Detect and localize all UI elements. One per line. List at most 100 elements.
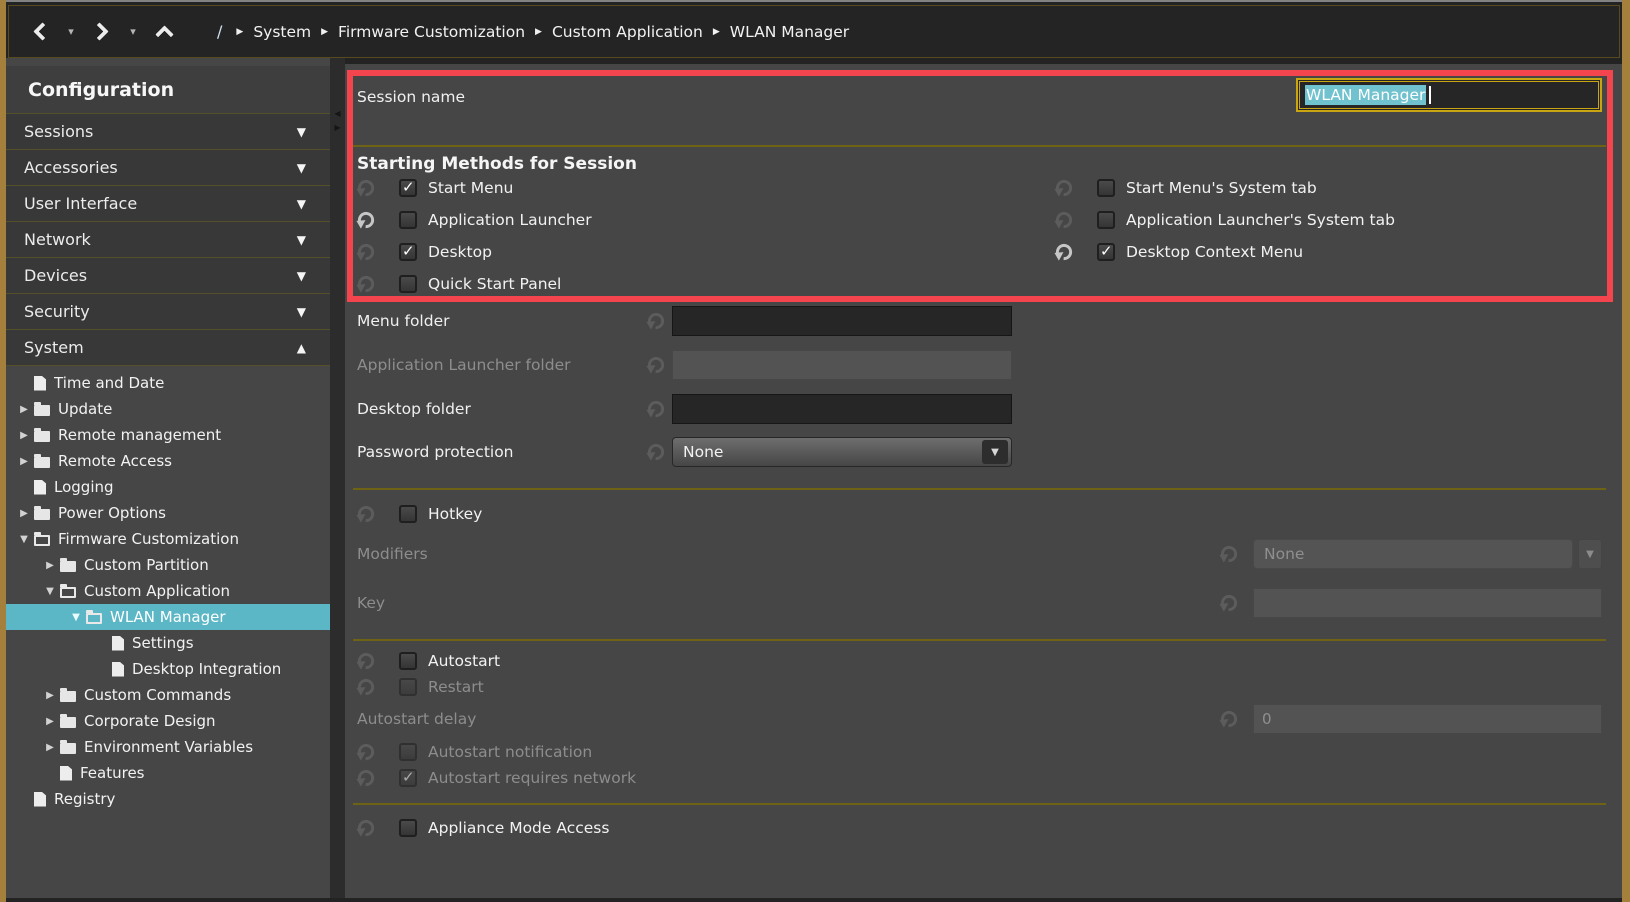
tree-item-label: Features	[80, 764, 145, 782]
chevron-down-icon[interactable]	[982, 440, 1008, 464]
reset-icon[interactable]	[645, 441, 667, 463]
sidebar-section-devices[interactable]: Devices	[6, 258, 330, 294]
forward-button[interactable]	[85, 15, 119, 49]
chevron-right-icon[interactable]	[40, 742, 60, 753]
tree-item-custom-partition[interactable]: Custom Partition	[6, 552, 330, 578]
tree-item-power-options[interactable]: Power Options	[6, 500, 330, 526]
menu-folder-input[interactable]	[672, 306, 1012, 336]
section-label: Network	[24, 230, 297, 249]
reset-icon[interactable]	[1218, 708, 1240, 730]
sidebar-section-network[interactable]: Network	[6, 222, 330, 258]
sidebar-tree: Time and Date Update Remote management R…	[6, 366, 330, 898]
tree-item-time-and-date[interactable]: Time and Date	[6, 370, 330, 396]
tree-item-registry[interactable]: Registry	[6, 786, 330, 812]
tree-item-settings[interactable]: Settings	[6, 630, 330, 656]
application-launcher-system-tab-checkbox[interactable]	[1097, 211, 1115, 229]
restart-checkbox	[399, 678, 417, 696]
tree-item-remote-management[interactable]: Remote management	[6, 422, 330, 448]
chevron-right-icon[interactable]	[14, 430, 34, 441]
reset-icon[interactable]	[355, 817, 377, 839]
session-name-input[interactable]: WLAN Manager	[1296, 78, 1602, 112]
folder-icon	[60, 743, 76, 754]
reset-icon[interactable]	[355, 650, 377, 672]
collapse-right-icon[interactable]: ▶	[334, 124, 340, 132]
chevron-right-icon[interactable]	[40, 690, 60, 701]
tree-item-environment-variables[interactable]: Environment Variables	[6, 734, 330, 760]
breadcrumb-item-wlan-manager[interactable]: WLAN Manager	[730, 23, 849, 41]
modifiers-label: Modifiers	[357, 545, 428, 563]
autostart-checkbox[interactable]	[399, 652, 417, 670]
password-protection-select[interactable]: None	[672, 437, 1012, 467]
back-history-dropdown-icon[interactable]	[63, 25, 79, 38]
tree-item-update[interactable]: Update	[6, 396, 330, 422]
breadcrumb-root[interactable]: /	[213, 22, 226, 41]
start-menu-system-tab-checkbox[interactable]	[1097, 179, 1115, 197]
tree-item-desktop-integration[interactable]: Desktop Integration	[6, 656, 330, 682]
hotkey-checkbox[interactable]	[399, 505, 417, 523]
tree-item-corporate-design[interactable]: Corporate Design	[6, 708, 330, 734]
sidebar-section-system[interactable]: System	[6, 330, 330, 366]
reset-icon[interactable]	[1053, 241, 1075, 263]
chevron-down-icon[interactable]	[66, 612, 86, 623]
quick-start-panel-checkbox[interactable]	[399, 275, 417, 293]
chevron-right-icon[interactable]	[40, 560, 60, 571]
reset-icon[interactable]	[1053, 177, 1075, 199]
tree-item-wlan-manager[interactable]: WLAN Manager	[6, 604, 330, 630]
tree-item-features[interactable]: Features	[6, 760, 330, 786]
tree-item-remote-access[interactable]: Remote Access	[6, 448, 330, 474]
breadcrumb-item-custom-application[interactable]: Custom Application	[552, 23, 703, 41]
sidebar-section-user-interface[interactable]: User Interface	[6, 186, 330, 222]
section-label: Security	[24, 302, 297, 321]
reset-icon[interactable]	[645, 398, 667, 420]
appliance-mode-access-checkbox[interactable]	[399, 819, 417, 837]
reset-icon[interactable]	[355, 177, 377, 199]
text-cursor	[1429, 86, 1431, 104]
reset-icon[interactable]	[645, 354, 667, 376]
sidebar-section-accessories[interactable]: Accessories	[6, 150, 330, 186]
chevron-right-icon[interactable]	[40, 716, 60, 727]
checkbox-row-desktop: Desktop	[355, 239, 492, 265]
chevron-right-icon[interactable]	[14, 508, 34, 519]
collapse-left-icon[interactable]: ◀	[334, 110, 340, 118]
back-button[interactable]	[23, 15, 57, 49]
file-icon	[34, 376, 46, 391]
reset-icon[interactable]	[355, 241, 377, 263]
reset-icon[interactable]	[355, 503, 377, 525]
tree-item-label: Custom Application	[84, 582, 230, 600]
sidebar-section-security[interactable]: Security	[6, 294, 330, 330]
tree-item-logging[interactable]: Logging	[6, 474, 330, 500]
application-launcher-checkbox[interactable]	[399, 211, 417, 229]
reset-icon[interactable]	[355, 273, 377, 295]
checkbox-label: Application Launcher's System tab	[1126, 211, 1395, 229]
sidebar-section-sessions[interactable]: Sessions	[6, 114, 330, 150]
folder-icon	[34, 431, 50, 442]
tree-item-custom-commands[interactable]: Custom Commands	[6, 682, 330, 708]
chevron-down-icon[interactable]	[14, 534, 34, 545]
start-menu-checkbox[interactable]	[399, 179, 417, 197]
tree-item-firmware-customization[interactable]: Firmware Customization	[6, 526, 330, 552]
tree-item-label: Corporate Design	[84, 712, 216, 730]
autostart-delay-input	[1253, 704, 1602, 734]
checkbox-label: Desktop Context Menu	[1126, 243, 1303, 261]
sidebar-splitter[interactable]: ◀ ▶	[330, 58, 345, 898]
reset-icon[interactable]	[1218, 592, 1240, 614]
breadcrumb-item-firmware-customization[interactable]: Firmware Customization	[338, 23, 525, 41]
up-button[interactable]	[147, 15, 181, 49]
separator	[353, 639, 1606, 641]
checkbox-label: Autostart requires network	[428, 769, 636, 787]
desktop-context-menu-checkbox[interactable]	[1097, 243, 1115, 261]
reset-icon[interactable]	[645, 310, 667, 332]
chevron-right-icon[interactable]	[14, 404, 34, 415]
checkbox-row-quick-start-panel: Quick Start Panel	[355, 271, 561, 297]
chevron-down-icon[interactable]	[40, 586, 60, 597]
reset-icon[interactable]	[1218, 543, 1240, 565]
forward-history-dropdown-icon[interactable]	[125, 25, 141, 38]
breadcrumb-item-system[interactable]: System	[253, 23, 311, 41]
reset-icon[interactable]	[355, 209, 377, 231]
tree-item-custom-application[interactable]: Custom Application	[6, 578, 330, 604]
desktop-folder-input[interactable]	[672, 394, 1012, 424]
chevron-right-icon[interactable]	[14, 456, 34, 467]
reset-icon	[355, 767, 377, 789]
reset-icon[interactable]	[1053, 209, 1075, 231]
desktop-checkbox[interactable]	[399, 243, 417, 261]
